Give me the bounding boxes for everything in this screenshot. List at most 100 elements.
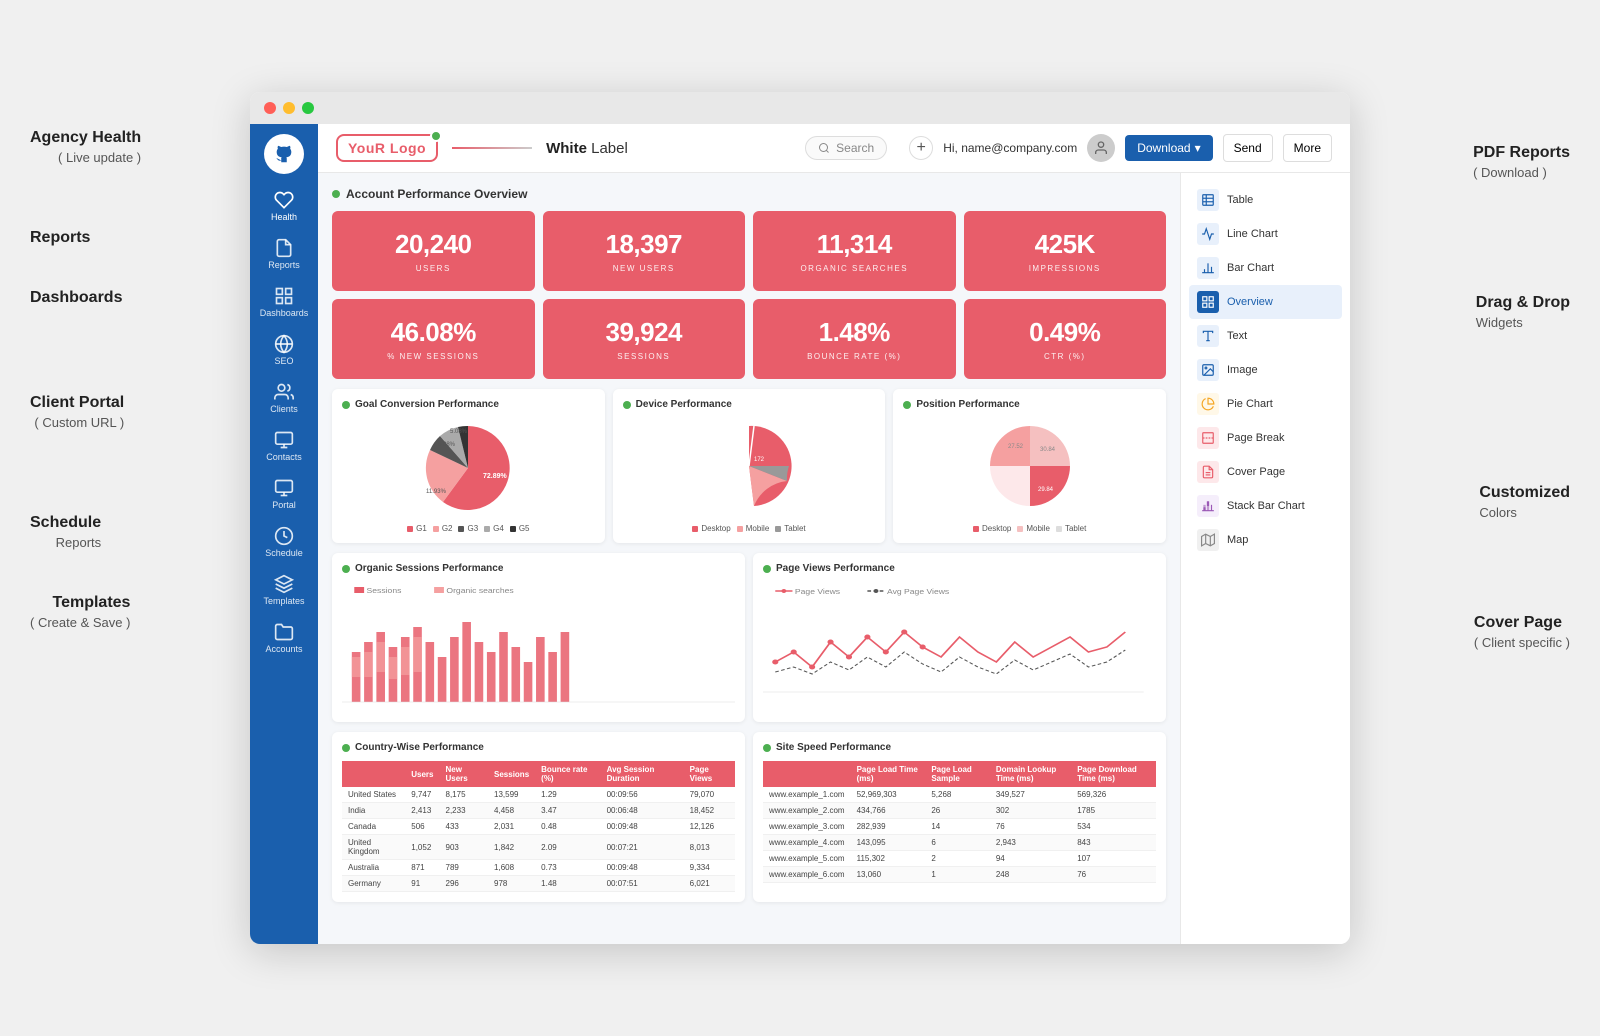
app-layout: Health Reports Dashboards	[250, 124, 1350, 944]
image-icon	[1197, 359, 1219, 381]
svg-text:72.89%: 72.89%	[483, 473, 508, 480]
main-content: YouR Logo White Label Search +	[318, 124, 1350, 944]
svg-text:29.84: 29.84	[1038, 487, 1054, 493]
sidebar-item-templates[interactable]: Templates	[255, 568, 313, 612]
annotation-reports: Reports	[30, 227, 90, 249]
position-pie-chart: 27.52 29.84 30.84	[975, 418, 1085, 518]
table-row: www.example_4.com143,09562,943843	[763, 835, 1156, 851]
table-row: www.example_3.com282,9391476534	[763, 819, 1156, 835]
sidebar-item-dashboards[interactable]: Dashboards	[255, 280, 313, 324]
window-maximize-dot[interactable]	[302, 102, 314, 114]
line-chart-icon	[1197, 223, 1219, 245]
metric-new-sessions: 46.08% % NEW SESSIONS	[332, 299, 535, 379]
window-close-dot[interactable]	[264, 102, 276, 114]
organic-chart-title: Organic Sessions Performance	[342, 563, 735, 574]
logo-status-dot	[430, 130, 442, 142]
legend-item: Tablet	[775, 524, 805, 533]
table-row: www.example_1.com52,969,3035,268349,5275…	[763, 787, 1156, 803]
table-row: www.example_6.com13,060124876	[763, 867, 1156, 883]
chart-row-2: Organic Sessions Performance Sessions Or…	[332, 553, 1166, 722]
widget-cover-page[interactable]: Cover Page	[1189, 455, 1342, 489]
goal-conversion-chart: Goal Conversion Performance	[332, 389, 605, 543]
table-row: United Kingdom1,0529031,8422.0900:07:218…	[342, 835, 735, 860]
widget-overview[interactable]: Overview	[1189, 285, 1342, 319]
cover-page-icon	[1197, 461, 1219, 483]
sidebar-item-clients[interactable]: Clients	[255, 376, 313, 420]
position-pie-container: 27.52 29.84 30.84 Desktop	[903, 418, 1156, 533]
table-row: United States9,7478,17513,5991.2900:09:5…	[342, 787, 735, 803]
sidebar-item-schedule[interactable]: Schedule	[255, 520, 313, 564]
device-legend: Desktop Mobile Tablet	[692, 524, 805, 533]
sidebar-item-seo[interactable]: SEO	[255, 328, 313, 372]
sitespeed-table-card: Site Speed Performance Page Load Time (m…	[753, 732, 1166, 902]
sidebar-label-dashboards: Dashboards	[260, 308, 309, 318]
col-domain-lookup: Domain Lookup Time (ms)	[990, 761, 1071, 787]
table-row: www.example_2.com434,766263021785	[763, 803, 1156, 819]
widget-line-chart[interactable]: Line Chart	[1189, 217, 1342, 251]
table-row: Canada5064332,0310.4800:09:4812,126	[342, 819, 735, 835]
pageviews-chart-title: Page Views Performance	[763, 563, 1156, 574]
legend-item: G4	[484, 524, 504, 533]
text-icon	[1197, 325, 1219, 347]
sidebar-item-health[interactable]: Health	[255, 184, 313, 228]
add-button[interactable]: +	[909, 136, 933, 160]
sidebar-item-accounts[interactable]: Accounts	[255, 616, 313, 660]
col-new-users: New Users	[440, 761, 489, 787]
widget-pie-chart[interactable]: Pie Chart	[1189, 387, 1342, 421]
sitespeed-table: Page Load Time (ms) Page Load Sample Dom…	[763, 761, 1156, 883]
table-row: Germany912969781.4800:07:516,021	[342, 876, 735, 892]
col-pageviews: Page Views	[684, 761, 735, 787]
col-url	[763, 761, 851, 787]
widget-bar-chart[interactable]: Bar Chart	[1189, 251, 1342, 285]
goal-pie-chart: 72.89% 11.93% 5.08% 5.08%	[413, 418, 523, 518]
map-icon	[1197, 529, 1219, 551]
device-performance-chart: Device Performance	[613, 389, 886, 543]
send-button[interactable]: Send	[1223, 134, 1273, 162]
col-duration: Avg Session Duration	[601, 761, 684, 787]
search-icon	[818, 142, 830, 154]
logo-line	[452, 147, 532, 149]
country-table-card: Country-Wise Performance Users New Users	[332, 732, 745, 902]
logo-box: YouR Logo	[336, 134, 438, 162]
sidebar-item-reports[interactable]: Reports	[255, 232, 313, 276]
sidebar-home-icon[interactable]	[264, 134, 304, 174]
window-minimize-dot[interactable]	[283, 102, 295, 114]
legend-item: G1	[407, 524, 427, 533]
more-button[interactable]: More	[1283, 134, 1332, 162]
widget-stack-bar-chart[interactable]: Stack Bar Chart	[1189, 489, 1342, 523]
section-account-overview: Account Performance Overview	[332, 187, 1166, 201]
chart-row-1: Goal Conversion Performance	[332, 389, 1166, 543]
widget-image[interactable]: Image	[1189, 353, 1342, 387]
col-download-time: Page Download Time (ms)	[1071, 761, 1156, 787]
widget-table[interactable]: Table	[1189, 183, 1342, 217]
widget-page-break[interactable]: Page Break	[1189, 421, 1342, 455]
tables-row: Country-Wise Performance Users New Users	[332, 732, 1166, 902]
position-performance-chart: Position Performance	[893, 389, 1166, 543]
sidebar-item-portal[interactable]: Portal	[255, 472, 313, 516]
sitespeed-table-title: Site Speed Performance	[763, 742, 1156, 753]
svg-text:172: 172	[754, 457, 765, 463]
page-views-chart: Page Views Performance Page Views	[753, 553, 1166, 722]
goal-chart-title: Goal Conversion Performance	[342, 399, 595, 410]
legend-item: Mobile	[1017, 524, 1050, 533]
organic-sessions-chart: Organic Sessions Performance Sessions Or…	[332, 553, 745, 722]
search-box[interactable]: Search	[805, 136, 887, 160]
topbar-actions: + Hi, name@company.com Download ▾ Send	[909, 134, 1332, 162]
organic-bars-svg: Sessions Organic searches	[342, 582, 735, 712]
svg-text:5.08%: 5.08%	[450, 429, 468, 435]
annotation-cover-page: Cover Page ( Client specific )	[1474, 612, 1570, 653]
overview-icon	[1197, 291, 1219, 313]
table-row: Australia8717891,6080.7300:09:489,334	[342, 860, 735, 876]
annotation-pdf-reports: PDF Reports ( Download )	[1473, 142, 1570, 183]
legend-item: G2	[433, 524, 453, 533]
dashboard: Account Performance Overview 20,240 USER…	[318, 173, 1180, 944]
content-area: Account Performance Overview 20,240 USER…	[318, 173, 1350, 944]
svg-text:27.52: 27.52	[1008, 444, 1024, 450]
sidebar-label-portal: Portal	[272, 500, 296, 510]
widget-text[interactable]: Text	[1189, 319, 1342, 353]
sidebar-item-contacts[interactable]: Contacts	[255, 424, 313, 468]
metric-ctr: 0.49% CTR (%)	[964, 299, 1167, 379]
download-button[interactable]: Download ▾	[1125, 135, 1212, 161]
widget-map[interactable]: Map	[1189, 523, 1342, 557]
device-pie-container: 172 Desktop	[623, 418, 876, 533]
